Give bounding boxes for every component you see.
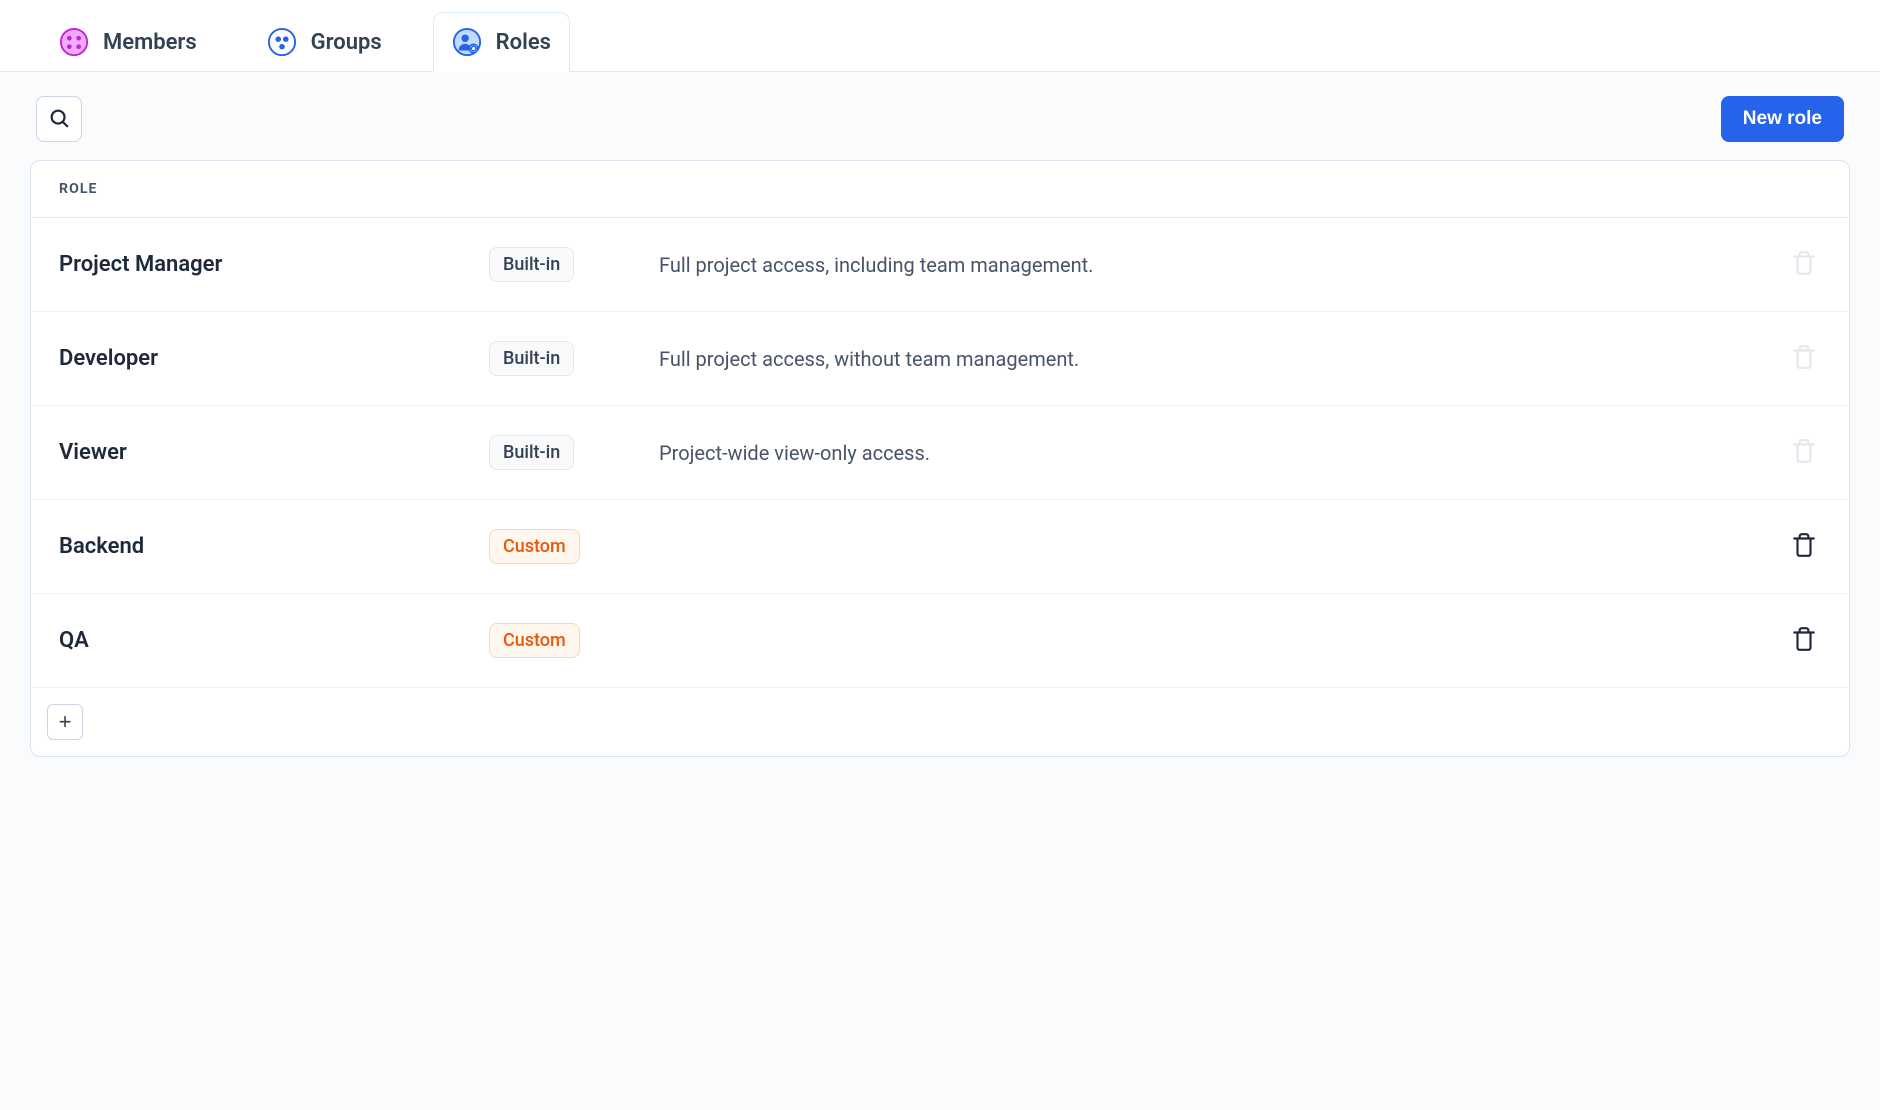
role-type-badge: Built-in (489, 247, 574, 282)
delete-role-button[interactable] (1787, 528, 1821, 565)
trash-icon (1791, 358, 1817, 373)
role-type-badge: Built-in (489, 341, 574, 376)
table-row[interactable]: Backend Custom (31, 500, 1849, 594)
tab-groups[interactable]: Groups (248, 12, 401, 72)
add-role-button[interactable]: + (47, 704, 83, 740)
role-name: Project Manager (59, 252, 479, 277)
tab-members[interactable]: Members (40, 12, 216, 72)
role-description: Full project access, including team mana… (659, 253, 1751, 277)
role-type-badge: Custom (489, 529, 580, 564)
tabs-header: Members Groups (0, 0, 1880, 72)
table-footer: + (31, 688, 1849, 756)
column-role-header: ROLE (59, 181, 98, 197)
search-icon (48, 107, 70, 132)
role-name: Developer (59, 346, 479, 371)
roles-table: ROLE Project Manager Built-in Full proje… (30, 160, 1850, 757)
new-role-label: New role (1743, 108, 1822, 129)
trash-icon (1791, 264, 1817, 279)
table-row[interactable]: Project Manager Built-in Full project ac… (31, 218, 1849, 312)
role-description: Project-wide view-only access. (659, 441, 1751, 465)
role-description: Full project access, without team manage… (659, 347, 1751, 371)
trash-icon (1791, 640, 1817, 655)
plus-icon: + (59, 709, 72, 735)
tab-label: Groups (311, 30, 382, 55)
table-row[interactable]: Developer Built-in Full project access, … (31, 312, 1849, 406)
role-type-badge: Built-in (489, 435, 574, 470)
new-role-button[interactable]: New role (1721, 96, 1844, 142)
role-name: QA (59, 628, 479, 653)
role-type-badge: Custom (489, 623, 580, 658)
toolbar: New role (0, 72, 1880, 160)
delete-role-button (1787, 246, 1821, 283)
members-icon (59, 27, 89, 57)
roles-icon (452, 27, 482, 57)
role-name: Viewer (59, 440, 479, 465)
delete-role-button[interactable] (1787, 622, 1821, 659)
trash-icon (1791, 546, 1817, 561)
groups-icon (267, 27, 297, 57)
delete-role-button (1787, 434, 1821, 471)
table-row[interactable]: QA Custom (31, 594, 1849, 688)
table-row[interactable]: Viewer Built-in Project-wide view-only a… (31, 406, 1849, 500)
trash-icon (1791, 452, 1817, 467)
role-name: Backend (59, 534, 479, 559)
table-header: ROLE (31, 161, 1849, 218)
tab-roles[interactable]: Roles (433, 12, 570, 72)
tab-label: Roles (496, 30, 551, 55)
tab-label: Members (103, 30, 197, 55)
delete-role-button (1787, 340, 1821, 377)
search-button[interactable] (36, 96, 82, 142)
